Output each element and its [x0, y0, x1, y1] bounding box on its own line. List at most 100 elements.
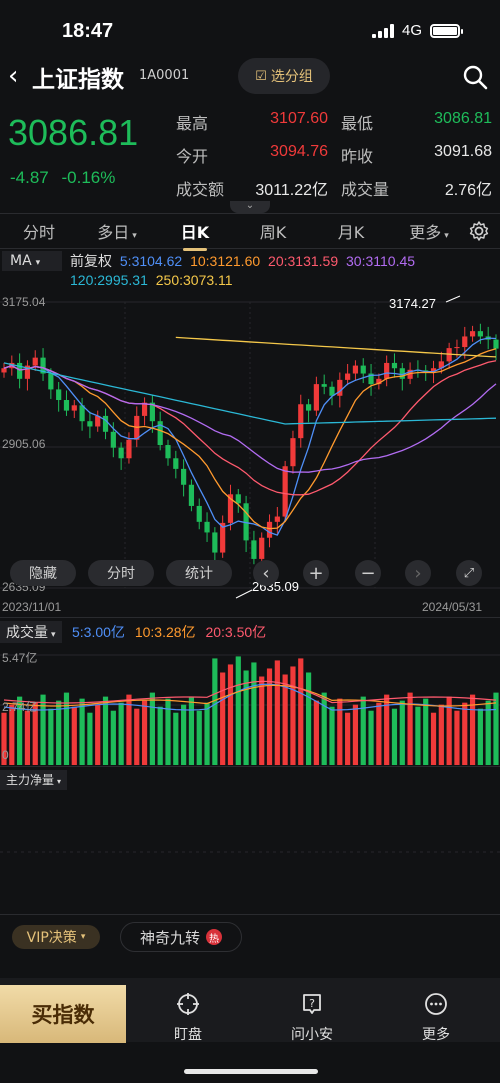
network-label: 4G [401, 22, 422, 39]
tab-daily-k[interactable]: 日K [156, 219, 234, 251]
volume-y-top: 5.47亿 [2, 651, 38, 665]
current-price: 3086.81 [8, 112, 139, 153]
volume-bar [337, 698, 343, 765]
volume-bar [399, 700, 405, 765]
y-axis-mid: 2905.06 [2, 437, 46, 451]
candle [87, 421, 93, 427]
candle [384, 362, 390, 379]
ma10-value: 10:3121.60 [190, 253, 261, 269]
candle [290, 438, 296, 467]
candle [141, 402, 148, 416]
indicator-select[interactable]: MA ▾ [2, 251, 62, 271]
volume-bar [56, 700, 62, 765]
candle [469, 331, 476, 337]
volume-bar [391, 708, 398, 765]
volume-bar [134, 708, 140, 765]
search-icon[interactable] [462, 64, 488, 90]
low-label: 最低 [341, 114, 374, 133]
candle [212, 532, 218, 553]
fullscreen-icon[interactable]: ⤢ [456, 560, 482, 586]
tab-multiday[interactable]: 多日 ▾ [78, 219, 156, 243]
status-indicators: 4G [371, 22, 463, 39]
capital-flow-select[interactable]: 主力净量 ▾ [0, 770, 68, 790]
ma-legend-2: 120:2995.31 250:3073.11 [70, 272, 233, 288]
volume-bar [220, 672, 226, 765]
home-indicator [184, 1069, 318, 1074]
signal-icon [371, 23, 394, 38]
volume-bar [110, 710, 116, 765]
add-to-group-label: 选分组 [270, 69, 313, 85]
candle [204, 521, 210, 533]
back-icon[interactable]: ‹ [8, 62, 32, 90]
pan-left-icon[interactable]: ‹ [253, 560, 279, 586]
buy-index-button[interactable]: 买指数 [0, 985, 126, 1043]
nav-more[interactable]: 更多 [396, 992, 476, 1044]
candle [102, 415, 109, 432]
volume-bar [71, 706, 77, 765]
add-to-group-button[interactable]: ☑ 选分组 [238, 58, 330, 94]
nav-ask-label: 问小安 [291, 1027, 333, 1043]
candle [165, 445, 171, 459]
ma30-value: 30:3110.45 [346, 253, 416, 269]
volume-bar [415, 706, 421, 765]
nav-watch[interactable]: 盯盘 [148, 992, 228, 1044]
change-percent: -0.16% [61, 168, 116, 187]
volume-bar [95, 704, 101, 765]
tab-intraday[interactable]: 分时 [0, 219, 78, 243]
more-icon [425, 993, 447, 1015]
tab-weekly-k[interactable]: 周K [234, 219, 312, 243]
volume-bar [48, 708, 54, 765]
gear-icon[interactable] [468, 220, 490, 242]
volume-bar [173, 712, 179, 765]
volume-chart[interactable] [0, 645, 500, 765]
intraday-button[interactable]: 分时 [88, 560, 154, 586]
volume-bar [438, 704, 444, 765]
volume-bar [477, 708, 483, 765]
volume-bar [149, 692, 155, 765]
candle [266, 521, 273, 538]
volume-bar [423, 698, 429, 765]
nav-ask[interactable]: ? 问小安 [272, 992, 352, 1044]
high-label: 最高 [176, 114, 209, 133]
volume-bar [157, 706, 163, 765]
hide-button[interactable]: 隐藏 [10, 560, 76, 586]
ma120-value: 120:2995.31 [70, 272, 148, 288]
candle [477, 331, 483, 337]
expand-quote-toggle[interactable]: ⌄ [230, 201, 270, 213]
volume-bar [290, 666, 296, 765]
candle [337, 379, 343, 396]
candle [118, 447, 124, 459]
candlestick-chart[interactable] [0, 292, 500, 602]
change-value: -4.87 [10, 168, 49, 187]
pan-right-icon[interactable]: › [405, 560, 431, 586]
candle [360, 365, 366, 374]
checkbox-edit-icon: ☑ [255, 68, 267, 84]
volume-y-zero: 0 [2, 748, 9, 762]
stats-button[interactable]: 统计 [166, 560, 232, 586]
candle [188, 484, 195, 506]
question-icon: ? [303, 994, 321, 1014]
candle [313, 384, 319, 411]
divider [0, 914, 500, 915]
volume-bar [251, 662, 257, 765]
zoom-in-icon[interactable]: + [303, 560, 329, 586]
magic-nine-button[interactable]: 神奇九转 热 [120, 922, 242, 952]
vol-ma10: 10:3.28亿 [134, 624, 196, 640]
vip-decision-button[interactable]: VIP决策 ▾ [12, 925, 100, 949]
volume-bar [102, 696, 109, 765]
open-value: 3094.76 [270, 143, 328, 160]
candle [235, 494, 241, 504]
candle [274, 516, 280, 522]
volume-ma-line [3, 680, 497, 704]
hot-badge: 热 [206, 929, 222, 945]
candle [126, 439, 132, 459]
tab-monthly-k[interactable]: 月K [312, 219, 390, 243]
tab-more[interactable]: 更多 ▾ [390, 219, 468, 243]
volume-indicator-select[interactable]: 成交量 ▾ [0, 621, 62, 643]
volume-bar [243, 670, 249, 765]
candle [56, 389, 62, 401]
divider [0, 617, 500, 618]
volume-bar [24, 710, 31, 765]
zoom-out-icon[interactable]: − [355, 560, 381, 586]
volume-bar [313, 700, 319, 765]
